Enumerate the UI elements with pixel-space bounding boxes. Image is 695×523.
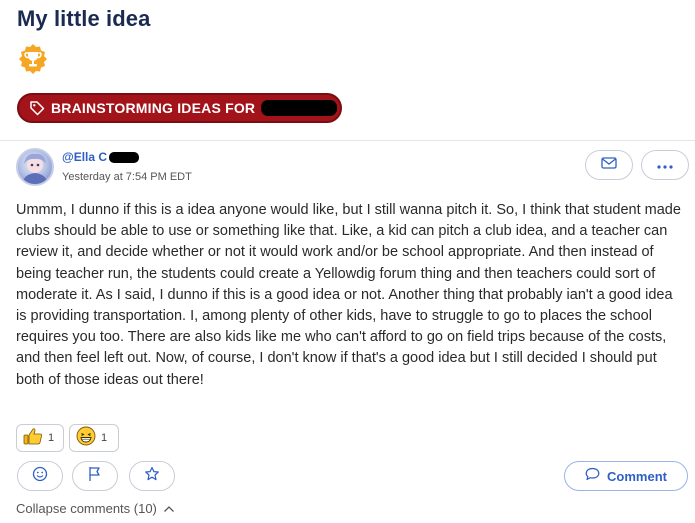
speech-bubble-icon bbox=[585, 467, 600, 486]
post-body: Ummm, I dunno if this is a idea anyone w… bbox=[16, 202, 681, 388]
comment-button-label: Comment bbox=[607, 468, 667, 484]
more-options-button[interactable] bbox=[641, 150, 689, 180]
author-name-text: @Ella C bbox=[62, 150, 108, 164]
reaction-count: 1 bbox=[101, 432, 108, 444]
redaction-mark bbox=[109, 151, 140, 163]
tag-icon bbox=[29, 100, 45, 116]
reaction-grin[interactable]: 1 bbox=[69, 424, 119, 452]
flag-icon bbox=[88, 466, 102, 487]
collapse-comments-label: Collapse comments (10) bbox=[16, 501, 157, 516]
redaction-mark bbox=[261, 100, 338, 116]
chevron-up-icon bbox=[163, 501, 175, 516]
post-timestamp: Yesterday at 7:54 PM EDT bbox=[62, 171, 192, 183]
post-title: My little idea bbox=[17, 6, 151, 31]
add-reaction-button[interactable] bbox=[17, 461, 63, 491]
trophy-badge-icon bbox=[17, 43, 49, 75]
collapse-comments-toggle[interactable]: Collapse comments (10) bbox=[16, 501, 175, 516]
comment-button[interactable]: Comment bbox=[564, 461, 688, 491]
star-icon bbox=[144, 466, 160, 487]
report-button[interactable] bbox=[72, 461, 118, 491]
thumbs-up-icon bbox=[23, 427, 43, 450]
message-button[interactable] bbox=[585, 150, 633, 180]
category-tag[interactable]: BRAINSTORMING IDEAS FOR bbox=[17, 93, 342, 123]
more-horizontal-icon bbox=[657, 156, 673, 174]
divider bbox=[0, 140, 695, 141]
reaction-thumbs-up[interactable]: 1 bbox=[16, 424, 64, 452]
author-name[interactable]: @Ella C bbox=[62, 150, 140, 164]
reaction-count: 1 bbox=[48, 432, 55, 444]
category-tag-label: BRAINSTORMING IDEAS FOR bbox=[51, 100, 256, 116]
favorite-button[interactable] bbox=[129, 461, 175, 491]
smiley-icon bbox=[32, 466, 48, 487]
grinning-face-icon bbox=[76, 426, 96, 451]
envelope-icon bbox=[601, 156, 617, 174]
avatar[interactable] bbox=[16, 148, 54, 186]
